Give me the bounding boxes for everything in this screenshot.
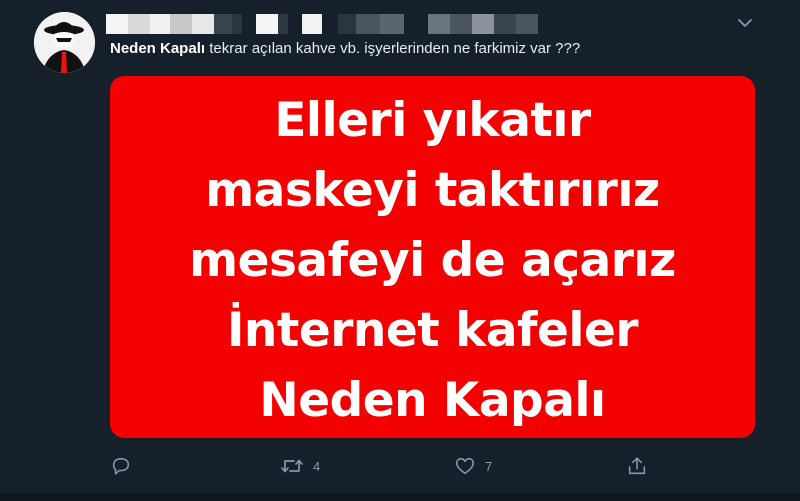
divider [0, 493, 800, 501]
media-line: mesafeyi de açarız [189, 233, 676, 288]
avatar[interactable] [34, 12, 95, 73]
author-name[interactable]: Neden Kapalı [110, 40, 205, 57]
share-icon [628, 457, 646, 475]
share-button[interactable] [626, 452, 648, 480]
heart-icon [455, 457, 475, 475]
retweet-button[interactable]: 4 [280, 452, 320, 480]
reply-button[interactable] [110, 452, 132, 480]
tweet-card: Neden Kapalı tekrar açılan kahve vb. işy… [0, 0, 800, 501]
retweet-icon [281, 459, 303, 473]
more-options-button[interactable] [736, 16, 754, 30]
media-line: maskeyi taktırırız [205, 163, 660, 218]
tweet-media-image[interactable]: Elleri yıkatır maskeyi taktırırız mesafe… [110, 76, 755, 438]
media-text: Elleri yıkatır maskeyi taktırırız mesafe… [110, 86, 755, 436]
tweet-actions: 4 7 [110, 452, 670, 480]
tweet-text: Neden Kapalı tekrar açılan kahve vb. işy… [110, 40, 580, 57]
tweet-body: tekrar açılan kahve vb. işyerlerinden ne… [205, 40, 581, 57]
chevron-down-icon [738, 19, 752, 27]
media-line: İnternet kafeler [226, 303, 639, 358]
redacted-username [106, 14, 546, 36]
reply-icon [112, 457, 130, 475]
media-line: Neden Kapalı [259, 373, 606, 428]
media-line: Elleri yıkatır [274, 93, 591, 148]
masked-figure-avatar-icon [34, 12, 95, 73]
like-count: 7 [485, 458, 493, 474]
like-button[interactable]: 7 [454, 452, 492, 480]
retweet-count: 4 [313, 458, 321, 474]
